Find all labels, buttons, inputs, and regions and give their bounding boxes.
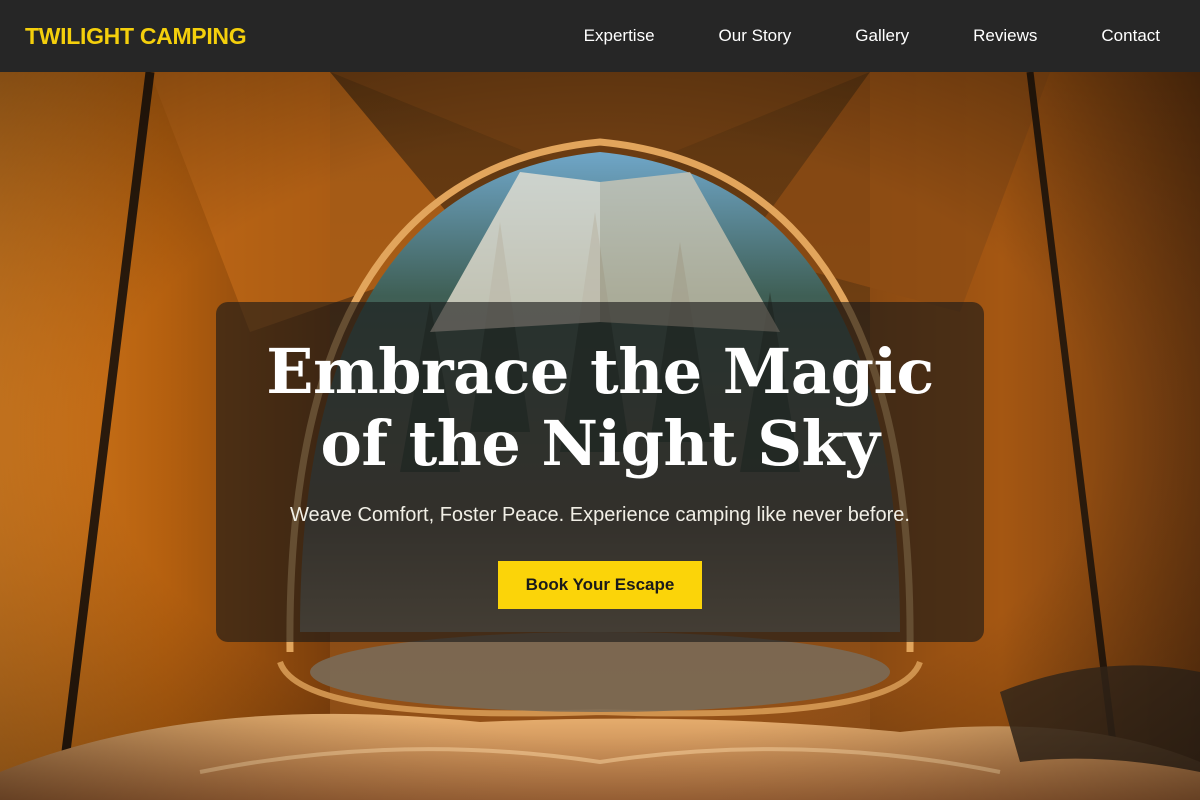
hero-section: Embrace the Magic of the Night Sky Weave… [0,72,1200,800]
hero-title: Embrace the Magic of the Night Sky [266,335,934,480]
brand-logo[interactable]: TWILIGHT CAMPING [25,23,247,50]
nav-link-reviews[interactable]: Reviews [973,26,1037,46]
hero-subtitle: Weave Comfort, Foster Peace. Experience … [290,504,910,526]
book-escape-button[interactable]: Book Your Escape [498,561,702,609]
landing-page: TWILIGHT CAMPING Expertise Our Story Gal… [0,0,1200,800]
nav-link-contact[interactable]: Contact [1101,26,1160,46]
nav-link-expertise[interactable]: Expertise [584,26,655,46]
top-navbar: TWILIGHT CAMPING Expertise Our Story Gal… [0,0,1200,72]
hero-overlay-card: Embrace the Magic of the Night Sky Weave… [216,302,984,642]
nav-link-gallery[interactable]: Gallery [855,26,909,46]
main-nav: Expertise Our Story Gallery Reviews Cont… [584,26,1160,46]
nav-link-our-story[interactable]: Our Story [719,26,792,46]
